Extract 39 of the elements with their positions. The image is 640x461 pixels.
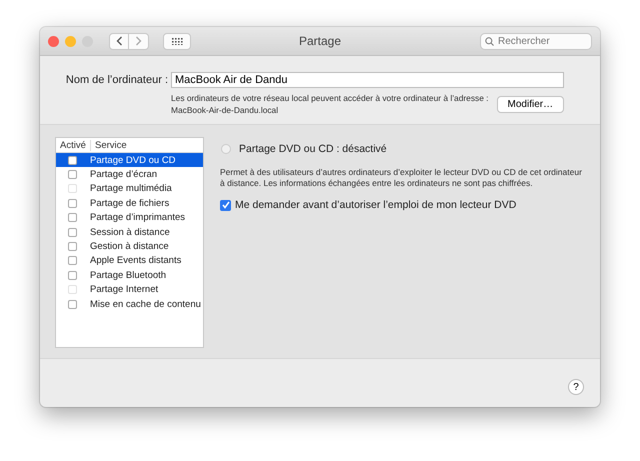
field-label: Nom de l’ordinateur : — [64, 74, 169, 86]
checkbox[interactable] — [68, 156, 77, 165]
service-row[interactable]: Partage Bluetooth — [56, 268, 203, 283]
checkbox[interactable] — [68, 242, 77, 252]
option-label: Me demander avant d’autoriser l’emploi de mon lecteur DVD — [235, 199, 516, 211]
service-row[interactable]: Partage DVD ou CD — [56, 153, 203, 168]
checkbox[interactable] — [68, 300, 77, 309]
checkbox[interactable] — [68, 170, 77, 180]
close-button[interactable] — [48, 36, 59, 46]
computer-name-field[interactable]: MacBook Air de Dandu — [171, 72, 564, 88]
description-text: Permet à des utilisateurs d’autres ordinateurs d’exploiter le lecteur DVD ou CD de cet ordinateur à distance. Les informations échangées entre les ordinateurs ne sont pas chiffrées. — [220, 167, 583, 189]
service-row[interactable]: Partage d’imprimantes — [56, 210, 203, 225]
checkbox[interactable] — [68, 270, 77, 280]
service-row[interactable]: Partage d’écran — [56, 167, 203, 182]
service-row[interactable]: Session à distance — [56, 224, 203, 240]
search-icon — [485, 36, 494, 46]
modify-button[interactable]: Modifier… — [496, 96, 564, 112]
show-all-button[interactable] — [163, 32, 191, 50]
checkbox[interactable] — [68, 228, 77, 237]
checkbox[interactable] — [68, 213, 77, 222]
column-header: Service — [94, 140, 127, 150]
grid-icon — [172, 38, 182, 44]
chevron-right-icon — [135, 36, 142, 46]
service-row[interactable]: Mise en cache de contenu — [56, 296, 203, 312]
column-header: Activé — [56, 140, 91, 150]
status-text: Partage DVD ou CD : désactivé — [239, 143, 387, 155]
service-row[interactable]: Partage de fichiers — [56, 196, 203, 211]
window-title: Partage — [298, 34, 342, 48]
checkbox[interactable] — [68, 256, 77, 266]
chevron-left-icon — [116, 36, 122, 46]
help-button[interactable]: ? — [568, 379, 584, 395]
search-field[interactable]: Rechercher — [480, 32, 592, 50]
minimize-button[interactable] — [65, 36, 76, 46]
service-row[interactable]: Gestion à distance — [56, 239, 203, 254]
checkbox[interactable] — [68, 198, 77, 208]
checkbox[interactable] — [220, 200, 231, 210]
back-button[interactable] — [109, 32, 129, 50]
address-info-text: Les ordinateurs de votre réseau local peuvent accéder à votre ordinateur à l’adresse : MacBook-Air-de-Dandu.local — [171, 92, 489, 116]
service-row[interactable]: Apple Events distants — [56, 254, 203, 268]
